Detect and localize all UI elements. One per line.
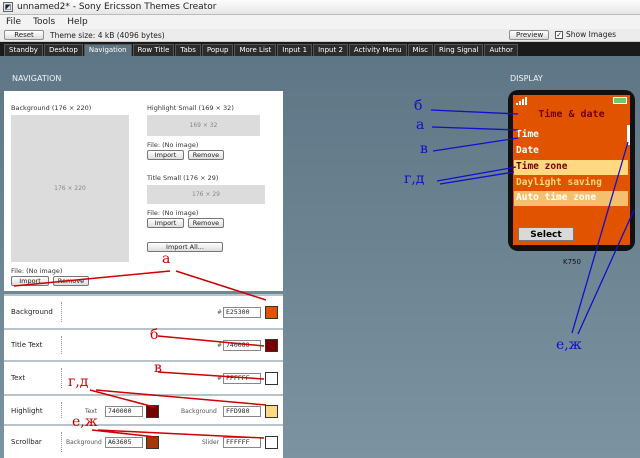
red-arrow-b (157, 335, 265, 347)
red-arrow-v (157, 371, 265, 380)
annotation-a-red: а (162, 251, 171, 267)
annotation-gd-red: г,д (68, 374, 89, 390)
annotation-ezh-blue: е,ж (556, 337, 582, 353)
red-arrow-a-left (13, 270, 171, 287)
blue-arrow-ezh-1 (571, 141, 629, 334)
red-arrow-gd-2 (95, 389, 267, 406)
annotation-a-blue: а (416, 117, 425, 133)
red-arrow-a-right (175, 270, 267, 301)
annotation-b-red: б (150, 327, 159, 343)
annotation-v-blue: в (420, 141, 428, 157)
annotation-v-red: в (154, 360, 162, 376)
annotation-ezh-red: е,ж (72, 414, 98, 430)
blue-arrow-v (432, 137, 519, 152)
annotation-arrows (13, 109, 635, 439)
blue-arrow-ezh-2 (577, 209, 635, 335)
blue-arrow-a (431, 126, 519, 131)
annotation-gd-blue: г,д (404, 171, 425, 187)
blue-arrow-b (430, 109, 519, 115)
annotation-b-blue: б (414, 98, 423, 114)
